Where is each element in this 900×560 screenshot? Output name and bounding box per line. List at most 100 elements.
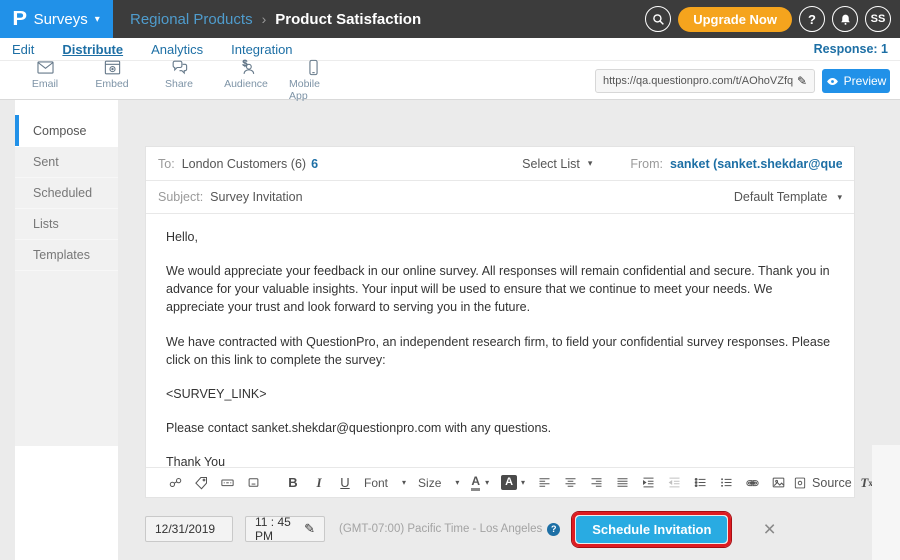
bold-button[interactable]: B (282, 472, 304, 494)
audience-icon: $ (237, 58, 256, 77)
timezone-label: (GMT-07:00) Pacific Time - Los Angeles (339, 523, 542, 535)
from-label: From: (630, 157, 663, 171)
bulleted-list-icon[interactable] (689, 472, 711, 494)
breadcrumb-parent-link[interactable]: Regional Products (130, 11, 253, 28)
channel-audience-label: Audience (224, 78, 268, 90)
channel-email[interactable]: Email (21, 58, 69, 102)
channel-list: Email Embed Share $ Audience Mobile App (0, 58, 337, 102)
email-icon (36, 58, 55, 77)
channel-share[interactable]: Share (155, 58, 203, 102)
channel-embed[interactable]: Embed (88, 58, 136, 102)
schedule-highlight-ring: Schedule Invitation (572, 512, 731, 547)
questionpro-logo-icon: P (13, 8, 28, 31)
align-left-icon[interactable] (533, 472, 555, 494)
schedule-bar: 12/31/2019 11 : 45 PM ✎ (GMT-07:00) Paci… (145, 510, 855, 548)
survey-url-field[interactable]: https://qa.questionpro.com/t/AOhoVZfqml … (595, 69, 815, 93)
schedule-invitation-button[interactable]: Schedule Invitation (576, 516, 727, 543)
from-value[interactable]: sanket (sanket.shekdar@ques... (670, 157, 842, 171)
align-right-icon[interactable] (585, 472, 607, 494)
template-dropdown[interactable]: Default Template ▾ (734, 190, 842, 204)
subject-value[interactable]: Survey Invitation (210, 190, 302, 204)
help-button[interactable]: ? (799, 6, 825, 32)
schedule-time-value: 11 : 45 PM (255, 515, 294, 543)
body-paragraph: <SURVEY_LINK> (166, 385, 834, 403)
insert-button-icon[interactable] (242, 472, 264, 494)
sidebar-item-scheduled[interactable]: Scheduled (15, 178, 118, 209)
underline-button[interactable]: U (334, 472, 356, 494)
insert-field-icon[interactable] (216, 472, 238, 494)
sidebar-item-sent[interactable]: Sent (15, 147, 118, 178)
email-body-editor[interactable]: Hello, We would appreciate your feedback… (146, 214, 854, 467)
caret-down-icon: ▾ (402, 478, 406, 487)
response-count[interactable]: Response: 1 (814, 42, 888, 56)
increase-indent-icon[interactable] (637, 472, 659, 494)
caret-down-icon: ▾ (95, 14, 100, 25)
compose-card: To: London Customers (6) 6 Select List ▾… (145, 146, 855, 498)
to-value[interactable]: London Customers (6) (182, 157, 306, 171)
avatar-initials: SS (871, 13, 886, 25)
tab-edit[interactable]: Edit (12, 42, 34, 57)
avatar[interactable]: SS (865, 6, 891, 32)
insert-tag-icon[interactable] (190, 472, 212, 494)
channel-mobile-app-label: Mobile App (289, 78, 337, 102)
surveys-menu[interactable]: P Surveys ▾ (0, 0, 113, 38)
recipient-count[interactable]: 6 (311, 157, 318, 171)
question-mark-icon: ? (808, 12, 816, 27)
topbar-actions: Upgrade Now ? SS (645, 6, 900, 32)
numbered-list-icon[interactable] (715, 472, 737, 494)
upgrade-now-button[interactable]: Upgrade Now (678, 7, 792, 32)
sidebar-item-lists[interactable]: Lists (15, 209, 118, 240)
body-paragraph: Hello, (166, 228, 834, 246)
sidebar-item-templates[interactable]: Templates (15, 240, 118, 271)
caret-down-icon: ▾ (521, 478, 525, 487)
text-color-icon: A (471, 475, 480, 491)
preview-button[interactable]: Preview (822, 69, 890, 93)
select-list-dropdown[interactable]: Select List ▾ (522, 157, 592, 171)
schedule-date-value: 12/31/2019 (155, 522, 215, 536)
body-paragraph: We have contracted with QuestionPro, an … (166, 333, 834, 369)
size-dropdown[interactable]: Size ▾ (414, 476, 463, 490)
body-paragraph: We would appreciate your feedback in our… (166, 262, 834, 316)
tab-integration[interactable]: Integration (231, 42, 292, 57)
search-icon (652, 13, 665, 26)
italic-button[interactable]: I (308, 472, 330, 494)
search-button[interactable] (645, 6, 671, 32)
timezone-help-icon[interactable]: ? (547, 523, 560, 536)
schedule-date-field[interactable]: 12/31/2019 (145, 516, 233, 542)
tab-analytics[interactable]: Analytics (151, 42, 203, 57)
remove-format-t: T (860, 475, 868, 491)
source-button[interactable]: Source (793, 476, 852, 490)
background-color-icon: A (501, 475, 517, 490)
tab-distribute[interactable]: Distribute (62, 42, 123, 57)
survey-tabs: Edit Distribute Analytics Integration Re… (0, 38, 900, 60)
insert-image-icon[interactable] (767, 472, 789, 494)
edit-url-pencil-icon[interactable]: ✎ (797, 74, 807, 88)
surveys-menu-label: Surveys (34, 11, 88, 28)
channel-mobile-app[interactable]: Mobile App (289, 58, 337, 102)
distribute-toolbar: Email Embed Share $ Audience Mobile App … (0, 60, 900, 100)
breadcrumb: Regional Products › Product Satisfaction (130, 11, 421, 28)
schedule-time-field[interactable]: 11 : 45 PM ✎ (245, 516, 325, 542)
bell-icon (839, 13, 852, 26)
background-color-picker[interactable]: A ▾ (497, 475, 529, 490)
text-color-picker[interactable]: A ▾ (467, 475, 493, 491)
hyperlink-icon[interactable] (741, 472, 763, 494)
sidebar-item-compose[interactable]: Compose (15, 115, 118, 146)
channel-audience[interactable]: $ Audience (222, 58, 270, 102)
from-field: From: sanket (sanket.shekdar@ques... (630, 157, 842, 171)
align-center-icon[interactable] (559, 472, 581, 494)
notifications-button[interactable] (832, 6, 858, 32)
edit-time-pencil-icon[interactable]: ✎ (304, 521, 315, 537)
mobile-app-icon (304, 58, 323, 77)
preview-button-label: Preview (844, 74, 887, 88)
decrease-indent-icon[interactable] (663, 472, 685, 494)
font-dropdown[interactable]: Font ▾ (360, 476, 410, 490)
insert-link-icon[interactable] (164, 472, 186, 494)
subject-row: Subject: Survey Invitation Default Templ… (146, 181, 854, 214)
close-icon[interactable]: × (763, 519, 775, 540)
channel-share-label: Share (165, 78, 193, 90)
align-justify-icon[interactable] (611, 472, 633, 494)
right-edge-panel (872, 445, 900, 560)
select-list-label: Select List (522, 157, 580, 171)
breadcrumb-separator-icon: › (262, 11, 267, 27)
